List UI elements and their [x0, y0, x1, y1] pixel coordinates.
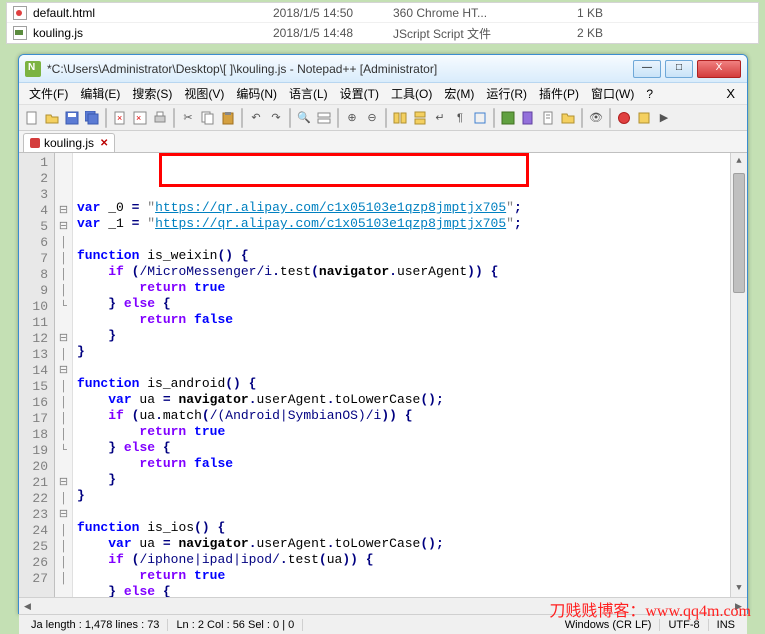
scroll-down-icon[interactable]: ▼ — [731, 580, 747, 597]
code-area[interactable]: var _0 = "https://qr.alipay.com/c1x05103… — [73, 153, 747, 597]
menu-encoding[interactable]: 编码(N) — [230, 83, 283, 104]
separator — [173, 108, 175, 128]
status-length: Ja length : 1,478 lines : 73 — [23, 619, 168, 631]
show-all-chars-icon[interactable]: ¶ — [451, 109, 469, 127]
find-icon[interactable]: 🔍 — [295, 109, 313, 127]
titlebar[interactable]: *C:\Users\Administrator\Desktop\[ ]\koul… — [19, 55, 747, 83]
minimize-button[interactable]: — — [633, 60, 661, 78]
menu-help[interactable]: ? — [640, 85, 659, 103]
paste-icon[interactable] — [219, 109, 237, 127]
file-size: 2 KB — [543, 26, 603, 40]
menu-language[interactable]: 语言(L) — [283, 83, 334, 104]
file-date: 2018/1/5 14:48 — [273, 26, 393, 40]
new-file-icon[interactable] — [23, 109, 41, 127]
file-row[interactable]: default.html 2018/1/5 14:50 360 Chrome H… — [7, 3, 758, 23]
watermark-text: 刀贱贱博客：www.qq4m.com — [549, 597, 751, 621]
sync-v-icon[interactable] — [391, 109, 409, 127]
scroll-thumb[interactable] — [733, 173, 745, 293]
menu-macro[interactable]: 宏(M) — [438, 83, 480, 104]
close-file-icon[interactable]: × — [111, 109, 129, 127]
redo-icon[interactable]: ↷ — [267, 109, 285, 127]
menubar-close[interactable]: X — [718, 86, 743, 101]
wrap-icon[interactable]: ↵ — [431, 109, 449, 127]
scroll-up-icon[interactable]: ▲ — [731, 153, 747, 170]
copy-icon[interactable] — [199, 109, 217, 127]
cut-icon[interactable]: ✂ — [179, 109, 197, 127]
tab-label: kouling.js — [44, 136, 94, 150]
save-all-icon[interactable] — [83, 109, 101, 127]
separator — [581, 108, 583, 128]
file-row[interactable]: kouling.js 2018/1/5 14:48 JScript Script… — [7, 23, 758, 43]
html-file-icon — [13, 6, 27, 20]
app-icon — [25, 61, 41, 77]
separator — [105, 108, 107, 128]
svg-text:×: × — [136, 113, 141, 123]
separator — [493, 108, 495, 128]
svg-text:×: × — [117, 113, 122, 123]
vertical-scrollbar[interactable]: ▲ ▼ — [730, 153, 747, 597]
menu-tools[interactable]: 工具(O) — [385, 83, 438, 104]
file-name: kouling.js — [33, 26, 273, 40]
folder-view-icon[interactable] — [559, 109, 577, 127]
save-icon[interactable] — [63, 109, 81, 127]
menu-run[interactable]: 运行(R) — [480, 83, 533, 104]
fold-gutter: ⊟⊟││││└⊟│⊟││││└⊟│⊟││││ — [55, 153, 73, 597]
zoom-out-icon[interactable]: ⊖ — [363, 109, 381, 127]
sync-h-icon[interactable] — [411, 109, 429, 127]
file-tab[interactable]: kouling.js ✕ — [23, 133, 115, 152]
record-macro-icon[interactable] — [618, 112, 630, 124]
stop-macro-icon[interactable] — [635, 109, 653, 127]
menubar: 文件(F) 编辑(E) 搜索(S) 视图(V) 编码(N) 语言(L) 设置(T… — [19, 83, 747, 105]
open-file-icon[interactable] — [43, 109, 61, 127]
separator — [609, 108, 611, 128]
separator — [337, 108, 339, 128]
play-macro-icon[interactable]: ▶ — [655, 109, 673, 127]
menu-window[interactable]: 窗口(W) — [585, 83, 640, 104]
function-list-icon[interactable] — [539, 109, 557, 127]
close-all-icon[interactable]: × — [131, 109, 149, 127]
separator — [241, 108, 243, 128]
lang-icon[interactable] — [499, 109, 517, 127]
line-gutter: 1234567891011121314151617181920212223242… — [19, 153, 55, 597]
menu-settings[interactable]: 设置(T) — [334, 83, 385, 104]
unsaved-dot-icon — [30, 138, 40, 148]
menu-edit[interactable]: 编辑(E) — [74, 83, 126, 104]
doc-map-icon[interactable] — [519, 109, 537, 127]
separator — [385, 108, 387, 128]
highlight-box — [159, 153, 529, 187]
maximize-button[interactable]: □ — [665, 60, 693, 78]
file-name: default.html — [33, 6, 273, 20]
menu-plugins[interactable]: 插件(P) — [533, 83, 585, 104]
scroll-left-icon[interactable]: ◀ — [19, 598, 36, 614]
separator — [289, 108, 291, 128]
menu-file[interactable]: 文件(F) — [23, 83, 74, 104]
indent-guide-icon[interactable] — [471, 109, 489, 127]
file-type: JScript Script 文件 — [393, 25, 543, 42]
menu-search[interactable]: 搜索(S) — [126, 83, 178, 104]
js-file-icon — [13, 26, 27, 40]
zoom-in-icon[interactable]: ⊕ — [343, 109, 361, 127]
print-icon[interactable] — [151, 109, 169, 127]
file-date: 2018/1/5 14:50 — [273, 6, 393, 20]
undo-icon[interactable]: ↶ — [247, 109, 265, 127]
notepadpp-window: *C:\Users\Administrator\Desktop\[ ]\koul… — [18, 54, 748, 614]
file-size: 1 KB — [543, 6, 603, 20]
toolbar: × × ✂ ↶ ↷ 🔍 ⊕ ⊖ ↵ ¶ 👁 ▶ — [19, 105, 747, 131]
tab-close-icon[interactable]: ✕ — [100, 138, 108, 149]
replace-icon[interactable] — [315, 109, 333, 127]
status-position: Ln : 2 Col : 56 Sel : 0 | 0 — [168, 619, 303, 631]
tabbar: kouling.js ✕ — [19, 131, 747, 153]
explorer-list: default.html 2018/1/5 14:50 360 Chrome H… — [6, 2, 759, 44]
menu-view[interactable]: 视图(V) — [178, 83, 230, 104]
close-button[interactable]: X — [697, 60, 741, 78]
file-type: 360 Chrome HT... — [393, 6, 543, 20]
monitor-icon[interactable]: 👁 — [587, 109, 605, 127]
window-title: *C:\Users\Administrator\Desktop\[ ]\koul… — [47, 62, 633, 76]
editor: 1234567891011121314151617181920212223242… — [19, 153, 747, 597]
